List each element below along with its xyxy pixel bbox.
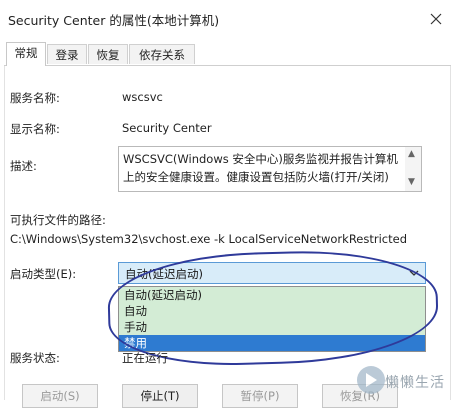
tab-general[interactable]: 常规 — [6, 42, 46, 66]
startup-type-selected: 自动(延迟启动) — [125, 267, 203, 281]
startup-type-select[interactable]: 自动(延迟启动) — [118, 262, 426, 284]
service-name-value: wscsvc — [122, 90, 163, 104]
option-manual[interactable]: 手动 — [119, 319, 425, 335]
tab-dependencies[interactable]: 依存关系 — [129, 44, 195, 64]
tab-logon[interactable]: 登录 — [47, 44, 87, 64]
service-status-value: 正在运行 — [122, 351, 168, 365]
watermark-text: 懒懒生活 — [385, 375, 445, 391]
service-name-label: 服务名称: — [10, 91, 60, 105]
description-scrollbar[interactable]: ▲ ▼ — [405, 147, 421, 191]
window-title: Security Center 的属性(本地计算机) — [8, 13, 220, 28]
option-auto-delayed[interactable]: 自动(延迟启动) — [119, 287, 425, 303]
pause-button[interactable]: 暂停(P) — [222, 384, 298, 408]
close-button[interactable] — [423, 6, 449, 32]
exe-path-value: C:\Windows\System32\svchost.exe -k Local… — [10, 232, 408, 246]
display-name-value: Security Center — [122, 121, 212, 135]
watermark-logo-icon — [357, 366, 385, 394]
close-icon — [430, 13, 442, 25]
title-bar: Security Center 的属性(本地计算机) — [0, 0, 455, 40]
start-button[interactable]: 启动(S) — [22, 384, 98, 408]
startup-type-options: 自动(延迟启动) 自动 手动 禁用 — [118, 286, 426, 352]
service-status-label: 服务状态: — [10, 351, 60, 365]
startup-type-label: 启动类型(E): — [10, 267, 77, 281]
watermark: 懒懒生活 — [357, 362, 453, 398]
tab-strip: 常规 登录 恢复 依存关系 — [0, 40, 455, 66]
description-text: WSCSVC(Windows 安全中心)服务监视并报告计算机上的安全健康设置。健… — [123, 152, 398, 184]
exe-path-label: 可执行文件的路径: — [10, 213, 106, 227]
scroll-down-icon[interactable]: ▼ — [408, 177, 415, 187]
tab-recovery[interactable]: 恢复 — [88, 44, 128, 64]
description-label: 描述: — [10, 159, 37, 173]
stop-button[interactable]: 停止(T) — [122, 384, 198, 408]
option-auto[interactable]: 自动 — [119, 303, 425, 319]
display-name-label: 显示名称: — [10, 122, 60, 136]
chevron-down-icon — [409, 270, 419, 276]
description-box[interactable]: WSCSVC(Windows 安全中心)服务监视并报告计算机上的安全健康设置。健… — [118, 146, 422, 192]
scroll-up-icon[interactable]: ▲ — [408, 149, 415, 159]
option-disabled[interactable]: 禁用 — [119, 335, 425, 351]
